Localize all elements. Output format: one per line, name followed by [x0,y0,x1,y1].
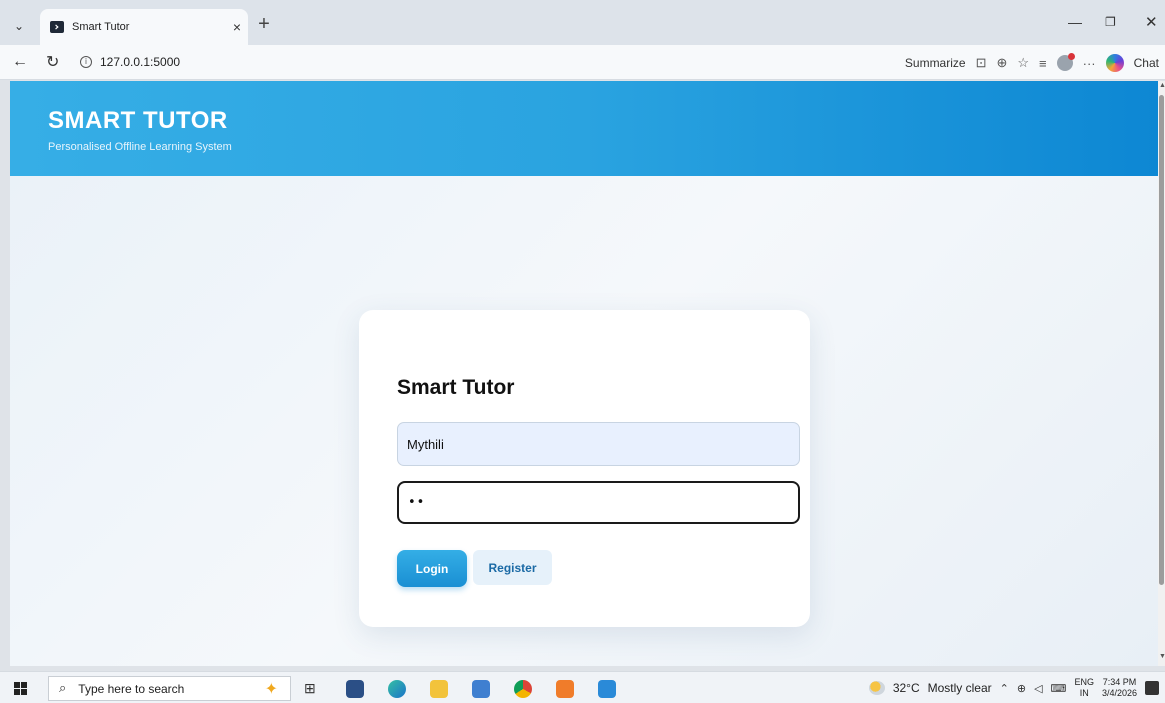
chat-label[interactable]: Chat [1134,56,1159,70]
search-icon: ⌕ [59,681,67,696]
app-icon[interactable] [472,680,490,698]
lang-top: ENG [1074,677,1094,687]
weather-text[interactable]: Mostly clear [928,681,992,695]
page-scrollbar[interactable] [1158,81,1165,666]
clock-time: 7:34 PM [1102,677,1137,687]
zoom-icon[interactable]: ⊕ [996,55,1007,71]
url-text: 127.0.0.1:5000 [100,55,181,69]
scroll-up-icon[interactable]: ▲ [1159,82,1165,89]
summarize-button[interactable]: Summarize [905,56,966,70]
login-card: Smart Tutor •• Login Register [359,310,810,627]
file-explorer-icon[interactable] [430,680,448,698]
edge-icon[interactable] [388,680,406,698]
password-input[interactable]: •• [397,481,800,524]
taskbar-search[interactable]: ⌕ Type here to search ✦ [48,676,291,701]
clock[interactable]: 7:34 PM 3/4/2026 [1102,677,1137,699]
system-tray: 32°C Mostly clear ⌃ ⊕ ◁ ⌨ ENG IN 7:34 PM 3… [868,672,1159,703]
keyboard-icon[interactable]: ⌨ [1051,682,1067,695]
register-button[interactable]: Register [473,550,552,585]
new-tab-button[interactable]: + [253,13,275,36]
store-icon[interactable] [346,680,364,698]
refresh-icon[interactable]: ↻ [46,52,59,72]
favorites-list-icon[interactable]: ≡ [1039,56,1047,71]
username-input[interactable] [397,422,800,466]
network-icon[interactable]: ⊕ [1017,682,1026,695]
show-hidden-icons[interactable]: ⌃ [1000,682,1009,695]
chrome-icon[interactable] [514,680,532,698]
back-icon[interactable]: ← [12,53,28,71]
favorite-star-icon[interactable]: ☆ [1017,55,1029,71]
windows-taskbar: ⌕ Type here to search ✦ ⊞ 32°C Mostly cl… [0,671,1165,703]
scrollbar-thumb[interactable] [1159,95,1164,585]
info-icon[interactable]: i [80,56,92,68]
more-menu-button[interactable]: ··· [1083,56,1096,71]
scroll-down-icon[interactable]: ▼ [1159,653,1165,660]
tab-title: Smart Tutor [72,21,130,33]
address-toolbar: Summarize ⊡ ⊕ ☆ ≡ ··· Chat [905,51,1159,75]
login-button[interactable]: Login [397,550,467,587]
language-indicator[interactable]: ENG IN [1074,677,1094,699]
restore-button[interactable]: ❐ [1105,15,1116,29]
xampp-icon[interactable] [556,680,574,698]
app-subtitle: Personalised Offline Learning System [48,141,232,153]
tab-close-icon[interactable]: × [226,19,248,35]
browser-tab-strip: ⌄ Smart Tutor × + — ❐ ✕ [0,0,1165,45]
close-window-button[interactable]: ✕ [1145,13,1158,31]
notification-icon[interactable] [1145,681,1159,695]
immersive-reader-icon[interactable]: ⊡ [976,55,987,71]
weather-icon [868,681,885,695]
volume-icon[interactable]: ◁ [1034,682,1042,695]
lang-bottom: IN [1079,688,1089,698]
address-bar[interactable]: i 127.0.0.1:5000 [72,50,862,74]
sparkle-icon: ✦ [264,680,278,698]
task-view-icon[interactable]: ⊞ [304,680,322,698]
minimize-button[interactable]: — [1068,14,1082,30]
temperature[interactable]: 32°C [893,681,920,695]
browser-tab[interactable]: Smart Tutor × [40,9,248,45]
login-title: Smart Tutor [397,376,515,399]
vscode-icon[interactable] [598,680,616,698]
windows-start-icon[interactable] [14,682,27,695]
app-header: SMART TUTOR Personalised Offline Learnin… [10,81,1158,176]
favicon-icon [50,21,64,33]
taskbar-search-placeholder: Type here to search [78,681,185,696]
clock-date: 3/4/2026 [1101,688,1137,698]
profile-icon[interactable] [1056,53,1075,71]
app-title: SMART TUTOR [48,107,228,134]
tab-list-icon[interactable]: ⌄ [8,15,30,37]
page-viewport: SMART TUTOR Personalised Offline Learnin… [10,81,1158,666]
copilot-icon[interactable] [1105,54,1124,72]
address-bar-row: ← ↻ i 127.0.0.1:5000 Summarize ⊡ ⊕ ☆ ≡ ·… [0,45,1165,80]
